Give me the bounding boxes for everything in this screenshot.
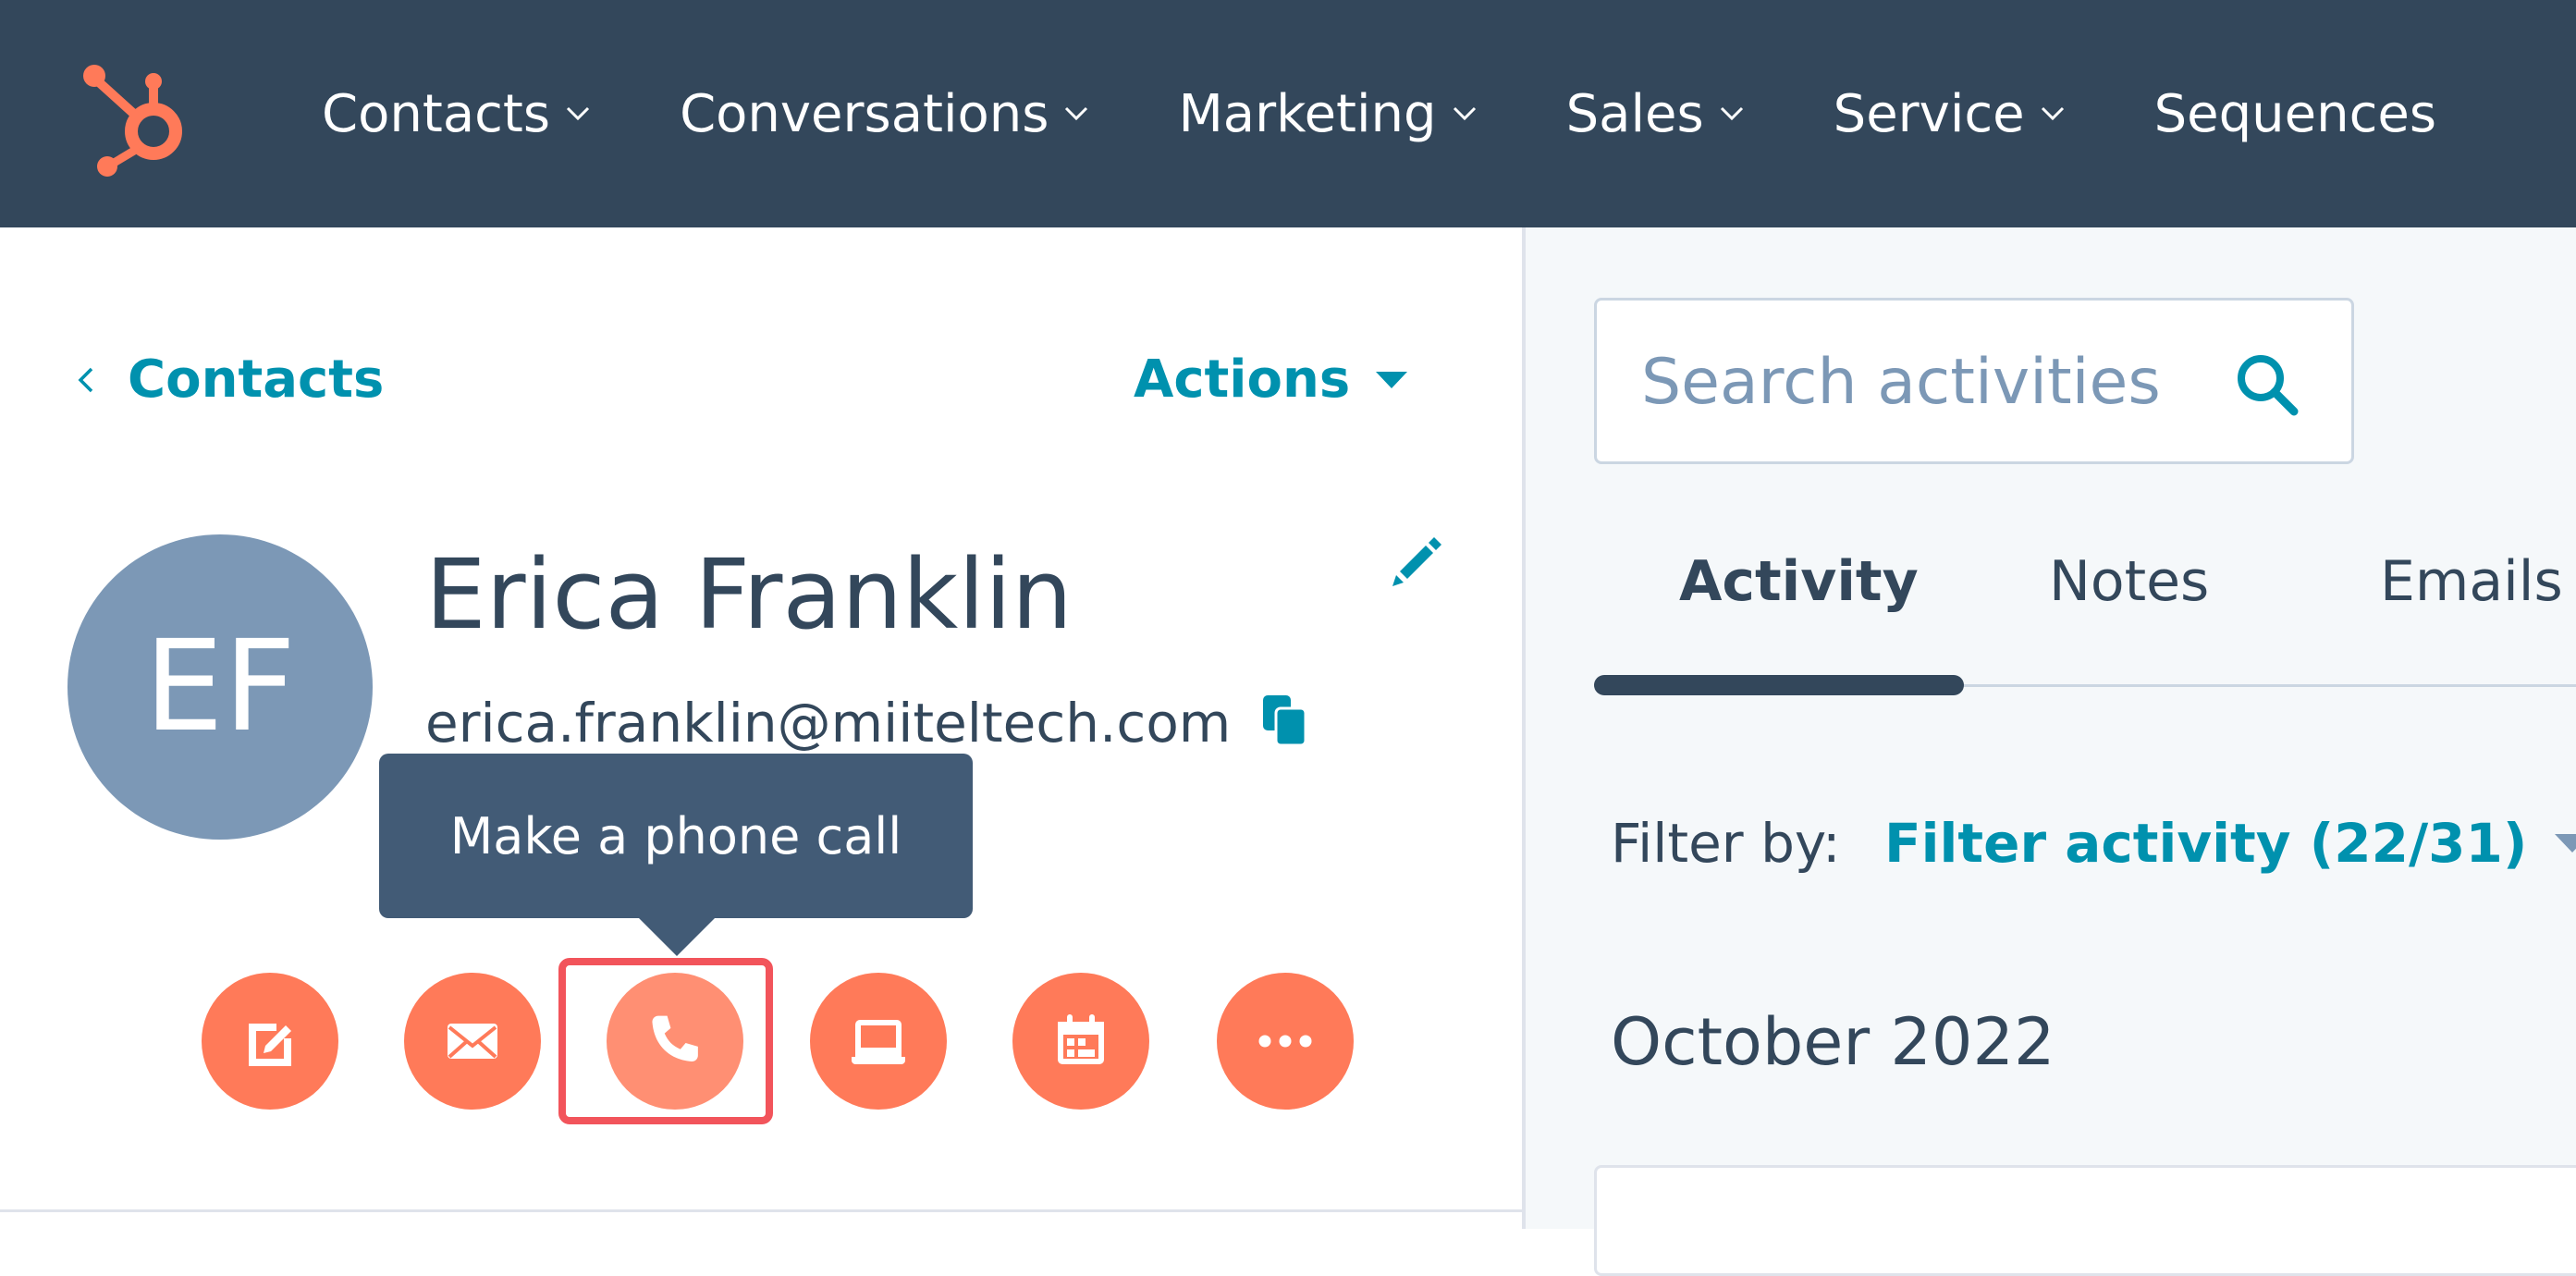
nav-item-contacts[interactable]: Contacts (322, 84, 591, 144)
create-note-button[interactable] (202, 973, 338, 1110)
tooltip-text: Make a phone call (449, 806, 902, 865)
hubspot-logo-icon[interactable] (81, 61, 192, 178)
nav-item-sequences[interactable]: Sequences (2154, 84, 2436, 144)
tooltip: Make a phone call (379, 754, 973, 918)
actions-dropdown[interactable]: Actions (1134, 350, 1408, 410)
pencil-icon[interactable] (1389, 534, 1444, 590)
contact-email: erica.franklin@miiteltech.com (425, 692, 1232, 755)
nav-item-conversations[interactable]: Conversations (680, 84, 1089, 144)
schedule-meeting-button[interactable] (1012, 973, 1149, 1110)
more-icon (1258, 1035, 1312, 1048)
activity-card[interactable] (1594, 1165, 2576, 1276)
chevron-down-icon (1720, 106, 1743, 121)
nav-item-label: Sales (1565, 83, 1704, 144)
chevron-down-icon (1065, 106, 1088, 121)
tab-notes[interactable]: Notes (2049, 549, 2209, 614)
top-navigation-bar: Contacts Conversations Marketing Sales S… (0, 0, 2576, 227)
tab-emails[interactable]: Emails (2380, 549, 2563, 614)
nav-item-marketing[interactable]: Marketing (1178, 84, 1477, 144)
chevron-down-icon (2041, 106, 2064, 121)
nav-item-label: Contacts (322, 83, 551, 144)
search-icon[interactable] (2233, 350, 2300, 417)
make-call-button[interactable] (607, 973, 743, 1110)
calendar-icon (1058, 1014, 1104, 1064)
actions-label: Actions (1134, 350, 1351, 410)
email-icon (448, 1024, 497, 1059)
month-heading: October 2022 (1611, 1004, 2055, 1080)
chevron-down-icon (567, 106, 590, 121)
nav-item-label: Conversations (680, 83, 1049, 144)
nav-item-label: Marketing (1178, 83, 1437, 144)
copy-icon[interactable] (1261, 693, 1307, 747)
chevron-down-icon (1453, 106, 1476, 121)
filter-value: Filter activity (22/31) (1884, 812, 2528, 875)
phone-icon (652, 1015, 698, 1061)
task-icon (852, 1020, 905, 1064)
nav-item-sales[interactable]: Sales (1566, 84, 1745, 144)
search-activities-box[interactable] (1594, 298, 2354, 464)
chevron-left-icon (78, 367, 93, 392)
search-input[interactable] (1641, 337, 2233, 426)
create-task-button[interactable] (810, 973, 947, 1110)
nav-item-label: Sequences (2153, 83, 2437, 144)
nav-item-service[interactable]: Service (1834, 84, 2066, 144)
active-tab-indicator (1594, 675, 1964, 695)
tab-activity[interactable]: Activity (1679, 549, 1919, 614)
nav-item-label: Service (1833, 83, 2025, 144)
send-email-button[interactable] (404, 973, 541, 1110)
more-actions-button[interactable] (1217, 973, 1354, 1110)
section-divider (0, 1209, 1522, 1212)
filter-activity-dropdown[interactable]: Filter activity (22/31) (1884, 812, 2576, 875)
caret-down-icon (2555, 834, 2576, 853)
tooltip-arrow (638, 917, 716, 956)
note-icon (249, 1024, 291, 1066)
avatar: EF (67, 534, 373, 840)
avatar-initials: EF (143, 614, 297, 760)
back-link-label: Contacts (128, 350, 385, 410)
contact-name: Erica Franklin (425, 538, 1073, 651)
caret-down-icon (1376, 371, 1408, 388)
filter-label: Filter by: (1611, 812, 1841, 875)
back-to-contacts-link[interactable]: Contacts (78, 350, 384, 410)
